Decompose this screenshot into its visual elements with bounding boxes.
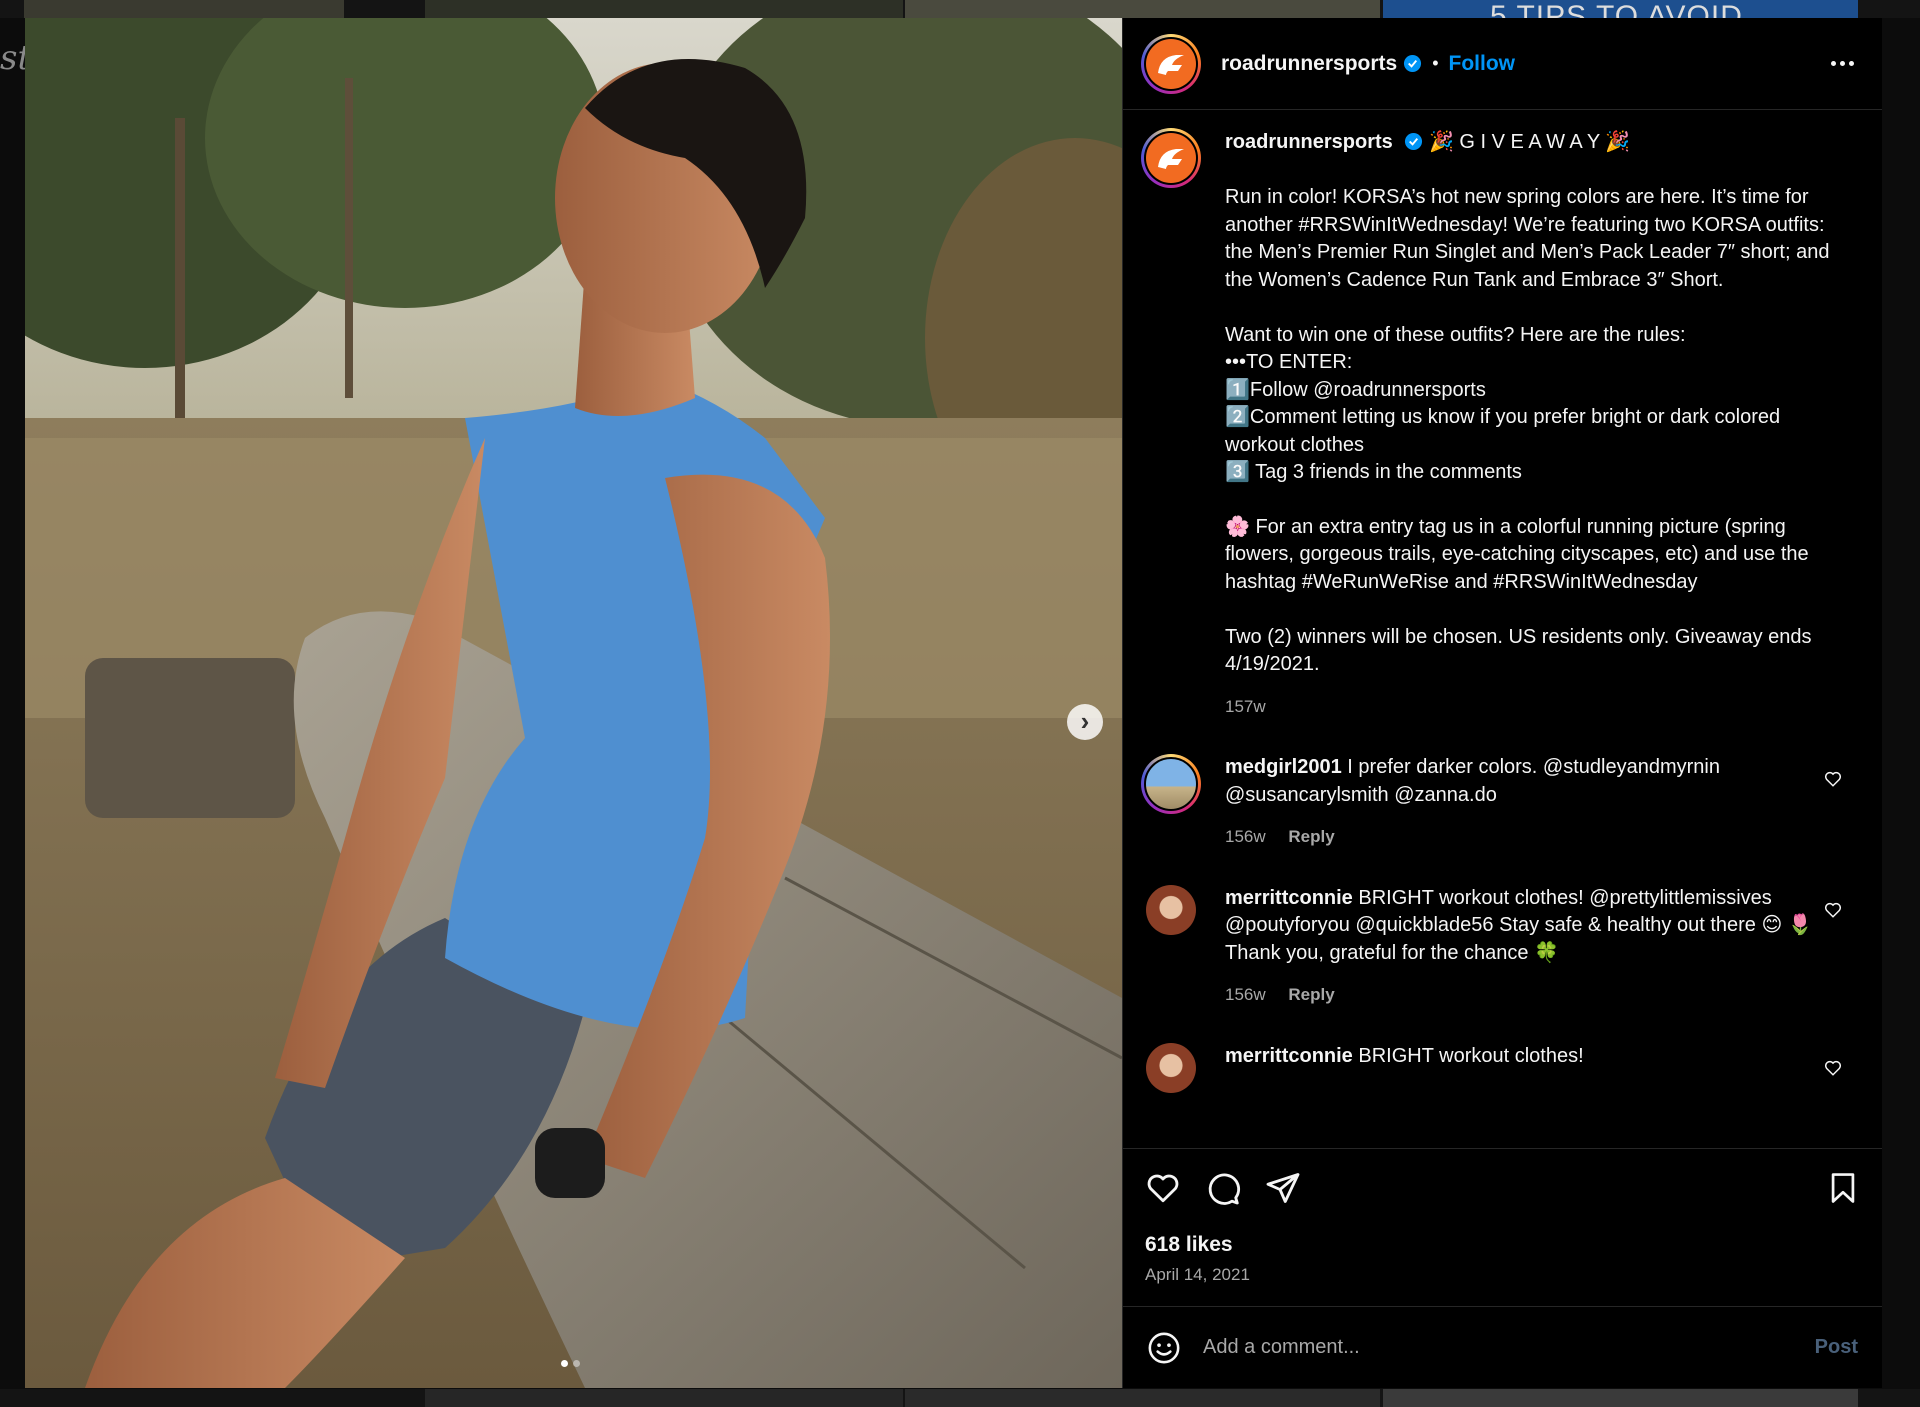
caption-line: 1️⃣Follow @roadrunnersports: [1225, 378, 1486, 401]
header-separator: •: [1432, 53, 1439, 73]
carousel-dot-active: [561, 1360, 568, 1367]
caption-timestamp[interactable]: 157w: [1225, 697, 1266, 716]
caption-line: •••TO ENTER:: [1225, 351, 1353, 373]
caption-line: ⠀⠀⠀⠀⠀⠀⠀⠀⠀⠀: [1225, 598, 1372, 620]
caption-line: Run in color! KORSA’s hot new spring col…: [1225, 186, 1836, 291]
commenter-avatar[interactable]: [1146, 884, 1196, 935]
post-header: roadrunnersports • Follow: [1123, 18, 1882, 110]
bookmark-icon[interactable]: [1826, 1170, 1860, 1206]
post-modal: › roadrunnersports • Follow roadrunnersp…: [25, 18, 1882, 1388]
comment-timestamp[interactable]: 156w: [1225, 985, 1266, 1004]
chevron-right-icon: ›: [1080, 705, 1090, 736]
roadrunner-logo-icon: [1146, 133, 1196, 183]
caption-author-avatar[interactable]: [1141, 128, 1201, 188]
verified-icon: [1405, 132, 1423, 151]
comment-username[interactable]: merrittconnie: [1225, 1045, 1353, 1067]
more-icon[interactable]: [1831, 61, 1854, 66]
heart-icon[interactable]: [1145, 1170, 1181, 1206]
caption-line: Want to win one of these outfits? Here a…: [1225, 323, 1686, 346]
like-comment-heart-icon[interactable]: [1824, 901, 1842, 919]
add-comment-bar: Post: [1123, 1306, 1882, 1388]
reply-button[interactable]: Reply: [1288, 827, 1334, 846]
caption-line: 🌸 For an extra entry tag us in a colorfu…: [1225, 515, 1815, 593]
caption-line: [1225, 487, 1845, 514]
feed-thumbnail[interactable]: [905, 0, 1380, 18]
roadrunner-logo-icon: [1146, 38, 1196, 89]
post-media[interactable]: ›: [25, 18, 1122, 1388]
comment-timestamp[interactable]: 156w: [1225, 827, 1266, 846]
author-username[interactable]: roadrunnersports: [1221, 52, 1397, 76]
background-feed-bottom: [0, 1389, 1920, 1407]
comments-list[interactable]: roadrunnersports 🎉 G I V E A W A Y 🎉 ⠀⠀⠀…: [1123, 110, 1882, 1148]
caption-line: 2️⃣Comment letting us know if you prefer…: [1225, 406, 1786, 456]
comment-icon[interactable]: [1205, 1170, 1241, 1206]
carousel-dot: [573, 1360, 580, 1367]
caption-title: 🎉 G I V E A W A Y 🎉: [1428, 131, 1631, 153]
commenter-avatar[interactable]: [1146, 1042, 1196, 1093]
commenter-avatar[interactable]: [1141, 754, 1201, 814]
post-sidebar: roadrunnersports • Follow roadrunnerspor…: [1122, 18, 1882, 1388]
comment-item: merrittconnie BRIGHT workout clothes! @p…: [1141, 884, 1864, 1009]
feed-tile-title: 5 TIPS TO AVOID: [1490, 0, 1743, 18]
follow-button[interactable]: Follow: [1449, 52, 1516, 76]
comment-username[interactable]: medgirl2001: [1225, 756, 1342, 778]
comment-item: medgirl2001 I prefer darker colors. @stu…: [1141, 754, 1864, 851]
like-comment-heart-icon[interactable]: [1824, 1059, 1842, 1077]
comment-input[interactable]: [1203, 1336, 1815, 1359]
avatar: [1144, 757, 1198, 811]
post-date[interactable]: April 14, 2021: [1145, 1265, 1860, 1285]
post-comment-button[interactable]: Post: [1815, 1336, 1858, 1359]
next-slide-button[interactable]: ›: [1067, 704, 1103, 740]
feed-thumbnail[interactable]: [425, 0, 903, 18]
caption-line: ⠀⠀⠀⠀⠀⠀⠀⠀⠀⠀: [1225, 296, 1372, 318]
like-comment-heart-icon[interactable]: [1824, 770, 1842, 788]
feed-thumbnail[interactable]: [905, 1389, 1380, 1407]
feed-thumbnail[interactable]: [1383, 1389, 1858, 1407]
comment-item: merrittconnie BRIGHT workout clothes!: [1141, 1042, 1864, 1093]
post-photo: [25, 18, 1122, 1388]
likes-count[interactable]: 618 likes: [1145, 1233, 1860, 1257]
feed-thumbnail[interactable]: [425, 1389, 903, 1407]
author-avatar[interactable]: [1141, 33, 1201, 94]
carousel-indicator: [561, 1360, 580, 1367]
caption-username[interactable]: roadrunnersports: [1225, 131, 1393, 153]
caption-line: 3️⃣ Tag 3 friends in the comments: [1225, 461, 1522, 483]
verified-icon: [1404, 54, 1422, 73]
feed-thumbnail[interactable]: [24, 0, 344, 18]
post-caption: roadrunnersports 🎉 G I V E A W A Y 🎉 ⠀⠀⠀…: [1141, 128, 1864, 720]
comment-username[interactable]: merrittconnie: [1225, 887, 1353, 909]
comment-text: BRIGHT workout clothes!: [1358, 1044, 1584, 1067]
caption-line: Two (2) winners will be chosen. US resid…: [1225, 625, 1818, 676]
share-icon[interactable]: [1265, 1170, 1301, 1206]
emoji-icon[interactable]: [1147, 1331, 1181, 1365]
reply-button[interactable]: Reply: [1288, 985, 1334, 1004]
caption-line: ⠀⠀⠀⠀⠀⠀⠀⠀⠀⠀: [1225, 158, 1372, 181]
post-actions: 618 likes April 14, 2021: [1123, 1148, 1882, 1306]
